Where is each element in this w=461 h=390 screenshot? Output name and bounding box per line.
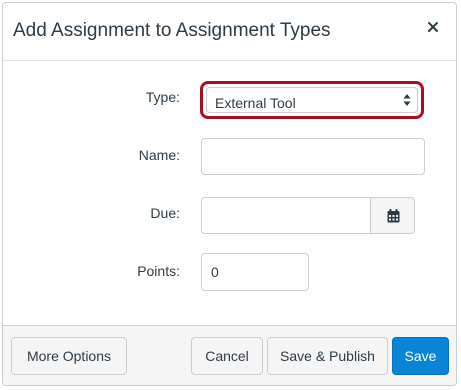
type-select-value: External Tool	[215, 95, 296, 111]
date-picker-button[interactable]	[370, 197, 415, 234]
close-icon	[427, 21, 443, 33]
dialog-header: Add Assignment to Assignment Types	[3, 3, 456, 61]
points-input-value: 0	[211, 264, 219, 280]
cancel-button[interactable]: Cancel	[191, 337, 263, 375]
type-label: Type:	[145, 89, 180, 105]
points-label: Points:	[137, 263, 180, 279]
close-button[interactable]	[427, 21, 443, 37]
save-publish-button[interactable]: Save & Publish	[267, 337, 388, 375]
name-input[interactable]	[201, 138, 425, 175]
add-assignment-dialog: Add Assignment to Assignment Types Type:…	[2, 2, 457, 386]
save-button[interactable]: Save	[392, 337, 449, 375]
select-arrows-icon	[403, 93, 411, 107]
dialog-title: Add Assignment to Assignment Types	[13, 20, 331, 41]
type-select-highlight: External Tool	[200, 81, 424, 119]
due-date-input[interactable]	[201, 197, 371, 234]
more-options-button[interactable]: More Options	[11, 337, 127, 375]
type-select[interactable]: External Tool	[206, 87, 418, 113]
dialog-footer: More Options Cancel Save & Publish Save	[3, 325, 456, 385]
calendar-icon	[387, 209, 400, 228]
points-input[interactable]: 0	[201, 253, 309, 291]
due-label: Due:	[150, 205, 180, 221]
name-label: Name:	[138, 147, 180, 163]
